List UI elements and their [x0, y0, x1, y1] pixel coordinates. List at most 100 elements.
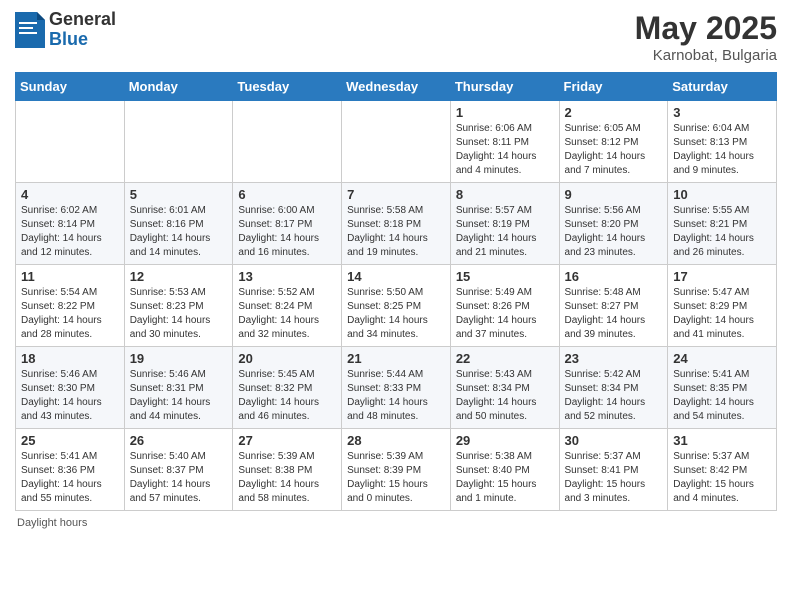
calendar-cell: 3 Sunrise: 6:04 AM Sunset: 8:13 PM Daylig…: [668, 101, 777, 183]
day-info: Sunrise: 6:05 AM Sunset: 8:12 PM Dayligh…: [565, 122, 663, 178]
day-number: 28: [347, 433, 445, 448]
calendar-cell: 12Sunrise: 5:53 AM Sunset: 8:23 PM Dayli…: [124, 265, 233, 347]
calendar-cell: 23 Sunrise: 5:42 AM Sunset: 8:34 PM Dayli…: [559, 347, 668, 429]
day-number: 8: [456, 187, 554, 202]
calendar-cell: 28Sunrise: 5:39 AM Sunset: 8:39 PM Dayli…: [342, 429, 451, 511]
day-number: 4: [21, 187, 119, 202]
day-info: Sunrise: 5:48 AM Sunset: 8:27 PM Dayligh…: [565, 286, 663, 342]
calendar-cell: 20 Sunrise: 5:45 AM Sunset: 8:32 PM Dayli…: [233, 347, 342, 429]
calendar-cell: 4 Sunrise: 6:02 AM Sunset: 8:14 PM Daylig…: [16, 183, 125, 265]
day-number: 27: [238, 433, 336, 448]
page: General Blue May 2025 Karnobat, Bulgaria…: [0, 0, 792, 544]
col-friday: Friday: [559, 73, 668, 101]
calendar-cell: 31Sunrise: 5:37 AM Sunset: 8:42 PM Dayli…: [668, 429, 777, 511]
day-number: 22: [456, 351, 554, 366]
day-number: 17: [673, 269, 771, 284]
col-wednesday: Wednesday: [342, 73, 451, 101]
day-info: Sunrise: 5:53 AM Sunset: 8:23 PM Dayligh…: [130, 286, 228, 342]
calendar-cell: 30Sunrise: 5:37 AM Sunset: 8:41 PM Dayli…: [559, 429, 668, 511]
calendar-cell: [124, 101, 233, 183]
day-info: Sunrise: 6:02 AM Sunset: 8:14 PM Dayligh…: [21, 204, 119, 260]
day-info: Sunrise: 5:41 AM Sunset: 8:36 PM Dayligh…: [21, 450, 119, 506]
calendar-header-row: Sunday Monday Tuesday Wednesday Thursday…: [16, 73, 777, 101]
day-info: Sunrise: 5:55 AM Sunset: 8:21 PM Dayligh…: [673, 204, 771, 260]
day-info: Sunrise: 5:50 AM Sunset: 8:25 PM Dayligh…: [347, 286, 445, 342]
day-info: Sunrise: 5:42 AM Sunset: 8:34 PM Dayligh…: [565, 368, 663, 424]
day-info: Sunrise: 5:56 AM Sunset: 8:20 PM Dayligh…: [565, 204, 663, 260]
day-info: Sunrise: 6:06 AM Sunset: 8:11 PM Dayligh…: [456, 122, 554, 178]
calendar-cell: 2Sunrise: 6:05 AM Sunset: 8:12 PM Daylig…: [559, 101, 668, 183]
calendar-cell: 10 Sunrise: 5:55 AM Sunset: 8:21 PM Dayli…: [668, 183, 777, 265]
day-info: Sunrise: 5:46 AM Sunset: 8:31 PM Dayligh…: [130, 368, 228, 424]
col-sunday: Sunday: [16, 73, 125, 101]
day-info: Sunrise: 5:41 AM Sunset: 8:35 PM Dayligh…: [673, 368, 771, 424]
calendar-cell: 13 Sunrise: 5:52 AM Sunset: 8:24 PM Dayli…: [233, 265, 342, 347]
day-info: Sunrise: 5:54 AM Sunset: 8:22 PM Dayligh…: [21, 286, 119, 342]
day-number: 3: [673, 105, 771, 120]
col-saturday: Saturday: [668, 73, 777, 101]
calendar-cell: 19Sunrise: 5:46 AM Sunset: 8:31 PM Dayli…: [124, 347, 233, 429]
calendar-cell: 29 Sunrise: 5:38 AM Sunset: 8:40 PM Dayli…: [450, 429, 559, 511]
day-info: Sunrise: 5:46 AM Sunset: 8:30 PM Dayligh…: [21, 368, 119, 424]
calendar-cell: 14 Sunrise: 5:50 AM Sunset: 8:25 PM Dayli…: [342, 265, 451, 347]
logo-text: General Blue: [49, 10, 116, 50]
day-number: 20: [238, 351, 336, 366]
calendar-cell: 16 Sunrise: 5:48 AM Sunset: 8:27 PM Dayli…: [559, 265, 668, 347]
day-info: Sunrise: 5:58 AM Sunset: 8:18 PM Dayligh…: [347, 204, 445, 260]
day-number: 24: [673, 351, 771, 366]
day-info: Sunrise: 5:44 AM Sunset: 8:33 PM Dayligh…: [347, 368, 445, 424]
day-info: Sunrise: 5:39 AM Sunset: 8:38 PM Dayligh…: [238, 450, 336, 506]
title-block: May 2025 Karnobat, Bulgaria: [635, 10, 777, 64]
day-info: Sunrise: 6:01 AM Sunset: 8:16 PM Dayligh…: [130, 204, 228, 260]
day-number: 10: [673, 187, 771, 202]
col-thursday: Thursday: [450, 73, 559, 101]
day-info: Sunrise: 5:40 AM Sunset: 8:37 PM Dayligh…: [130, 450, 228, 506]
calendar-cell: 9 Sunrise: 5:56 AM Sunset: 8:20 PM Daylig…: [559, 183, 668, 265]
day-number: 14: [347, 269, 445, 284]
calendar-cell: 11 Sunrise: 5:54 AM Sunset: 8:22 PM Dayli…: [16, 265, 125, 347]
calendar-cell: 26Sunrise: 5:40 AM Sunset: 8:37 PM Dayli…: [124, 429, 233, 511]
day-info: Sunrise: 5:38 AM Sunset: 8:40 PM Dayligh…: [456, 450, 554, 506]
logo-blue: Blue: [49, 30, 116, 50]
day-number: 6: [238, 187, 336, 202]
day-info: Sunrise: 5:43 AM Sunset: 8:34 PM Dayligh…: [456, 368, 554, 424]
day-info: Sunrise: 6:04 AM Sunset: 8:13 PM Dayligh…: [673, 122, 771, 178]
col-tuesday: Tuesday: [233, 73, 342, 101]
calendar-cell: 21 Sunrise: 5:44 AM Sunset: 8:33 PM Dayli…: [342, 347, 451, 429]
calendar-cell: 8 Sunrise: 5:57 AM Sunset: 8:19 PM Daylig…: [450, 183, 559, 265]
calendar-cell: [342, 101, 451, 183]
calendar-cell: 22 Sunrise: 5:43 AM Sunset: 8:34 PM Dayli…: [450, 347, 559, 429]
day-number: 16: [565, 269, 663, 284]
day-info: Sunrise: 5:37 AM Sunset: 8:41 PM Dayligh…: [565, 450, 663, 506]
calendar-cell: 27 Sunrise: 5:39 AM Sunset: 8:38 PM Dayli…: [233, 429, 342, 511]
calendar-table: Sunday Monday Tuesday Wednesday Thursday…: [15, 72, 777, 511]
day-number: 9: [565, 187, 663, 202]
day-info: Sunrise: 5:45 AM Sunset: 8:32 PM Dayligh…: [238, 368, 336, 424]
footer-note: Daylight hours: [15, 517, 777, 529]
logo-icon: [15, 12, 45, 48]
day-number: 25: [21, 433, 119, 448]
calendar-cell: 24 Sunrise: 5:41 AM Sunset: 8:35 PM Dayli…: [668, 347, 777, 429]
day-number: 29: [456, 433, 554, 448]
day-number: 18: [21, 351, 119, 366]
day-number: 13: [238, 269, 336, 284]
day-info: Sunrise: 5:57 AM Sunset: 8:19 PM Dayligh…: [456, 204, 554, 260]
calendar-cell: 7Sunrise: 5:58 AM Sunset: 8:18 PM Daylig…: [342, 183, 451, 265]
day-number: 11: [21, 269, 119, 284]
calendar-week-4: 18 Sunrise: 5:46 AM Sunset: 8:30 PM Dayli…: [16, 347, 777, 429]
calendar-cell: 18 Sunrise: 5:46 AM Sunset: 8:30 PM Dayli…: [16, 347, 125, 429]
calendar-cell: 1Sunrise: 6:06 AM Sunset: 8:11 PM Daylig…: [450, 101, 559, 183]
title-location: Karnobat, Bulgaria: [635, 47, 777, 64]
calendar-cell: 5Sunrise: 6:01 AM Sunset: 8:16 PM Daylig…: [124, 183, 233, 265]
calendar-cell: [233, 101, 342, 183]
day-number: 21: [347, 351, 445, 366]
day-number: 23: [565, 351, 663, 366]
calendar-cell: 25 Sunrise: 5:41 AM Sunset: 8:36 PM Dayli…: [16, 429, 125, 511]
day-number: 31: [673, 433, 771, 448]
day-info: Sunrise: 5:52 AM Sunset: 8:24 PM Dayligh…: [238, 286, 336, 342]
calendar-cell: 15Sunrise: 5:49 AM Sunset: 8:26 PM Dayli…: [450, 265, 559, 347]
logo-general: General: [49, 10, 116, 30]
calendar-week-5: 25 Sunrise: 5:41 AM Sunset: 8:36 PM Dayli…: [16, 429, 777, 511]
calendar-cell: [16, 101, 125, 183]
day-number: 15: [456, 269, 554, 284]
